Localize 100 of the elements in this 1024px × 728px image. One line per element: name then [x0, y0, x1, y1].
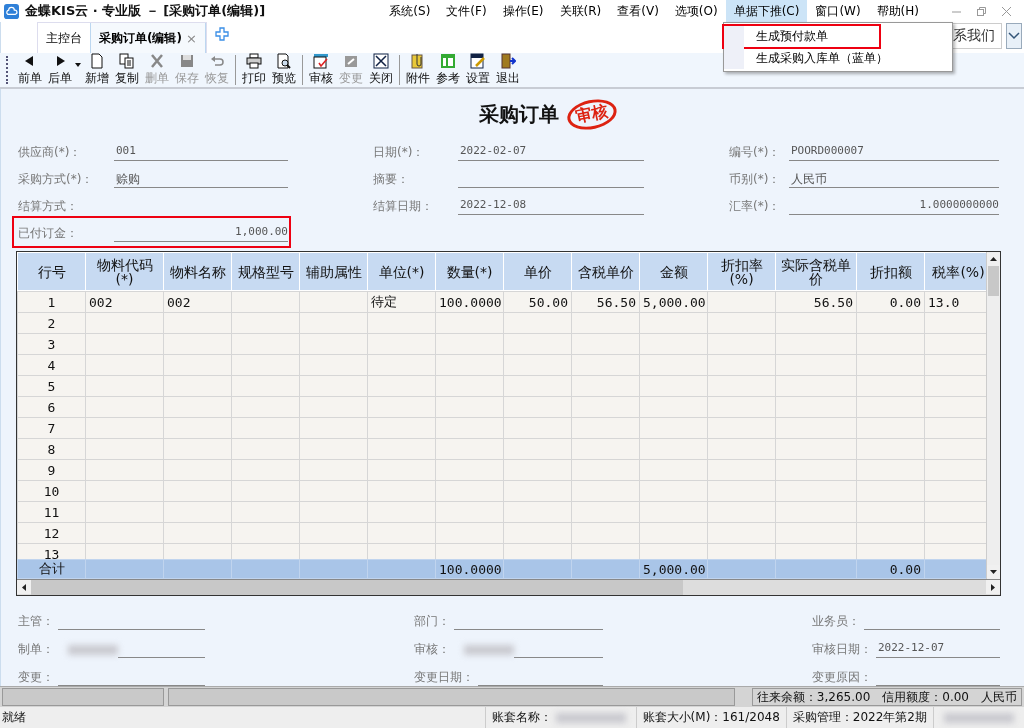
column-header[interactable]: 数量(*): [435, 252, 504, 291]
table-cell: 56.50: [775, 291, 857, 313]
window-title: 金蝶KIS云 · 专业版 － [采购订单(编辑)]: [25, 2, 266, 20]
field-label: 汇率(*)：: [729, 198, 782, 215]
right-arrow-icon[interactable]: [991, 583, 995, 591]
table-cell: 5,000.00: [639, 291, 708, 313]
delete-icon: [149, 53, 165, 69]
status-text: 账套名称：: [491, 709, 552, 726]
column-header[interactable]: 税率(%): [924, 252, 987, 291]
field-label: 变更原因：: [812, 669, 872, 686]
field-label: 业务员：: [812, 613, 860, 630]
close-icon[interactable]: [1001, 5, 1012, 17]
edit-icon: [343, 53, 359, 69]
status-text: 人民币: [981, 688, 1017, 706]
field-label: 变更日期：: [414, 669, 474, 686]
column-header[interactable]: 实际含税单价: [775, 252, 857, 291]
toolbar-button[interactable]: 附件: [403, 53, 433, 87]
restore-icon[interactable]: [976, 5, 987, 17]
chevron-down-icon[interactable]: [1008, 32, 1020, 40]
toolbar-button[interactable]: 关闭: [366, 53, 396, 87]
toolbar-button[interactable]: 退出: [493, 53, 523, 87]
field-label: 结算方式：: [18, 198, 79, 215]
table-cell: 50.00: [503, 291, 572, 313]
total-cell: 合计: [17, 559, 86, 579]
table-cell: 13.0: [924, 291, 987, 313]
column-header[interactable]: 行号: [17, 252, 86, 291]
field-value[interactable]: 2022-02-07: [458, 144, 644, 161]
column-header[interactable]: 单价: [503, 252, 572, 291]
table-cell: 3: [17, 333, 86, 355]
menu-item[interactable]: 单据下推(C): [725, 0, 808, 22]
toolbar-button[interactable]: 参考: [433, 53, 463, 87]
vertical-scrollbar[interactable]: [986, 252, 1000, 579]
table-cell: 12: [17, 522, 86, 544]
attachment-icon: [410, 53, 426, 69]
tab[interactable]: 采购订单(编辑) ×: [90, 23, 206, 53]
down-arrow-icon[interactable]: [990, 570, 997, 574]
caret-icon[interactable]: [75, 63, 81, 67]
menu-item[interactable]: 选项(O): [666, 0, 726, 22]
copy-icon: [119, 53, 135, 69]
menu-item[interactable]: 窗口(W): [807, 0, 869, 22]
toolbar-button[interactable]: 后单: [45, 53, 82, 87]
toolbar-button[interactable]: 复制: [112, 53, 142, 87]
field-label: 编号(*)：: [729, 144, 782, 161]
column-header[interactable]: 物料代码(*): [85, 252, 164, 291]
field-label: 制单：: [18, 641, 54, 658]
status-text: 就绪: [2, 709, 26, 726]
left-arrow-icon[interactable]: [22, 583, 26, 591]
field-value[interactable]: 1.0000000000: [789, 198, 999, 215]
column-header[interactable]: 辅助属性: [299, 252, 368, 291]
up-arrow-icon[interactable]: [990, 257, 997, 261]
toolbar-button[interactable]: 打印: [239, 53, 269, 87]
status-text: 账套大小(M)：161/2048: [642, 709, 780, 726]
menu-item[interactable]: 系统(S): [381, 0, 439, 22]
toolbar-button[interactable]: 前单: [15, 53, 45, 87]
field-label: 审核日期：: [812, 641, 872, 658]
status-text: 信用额度：0.00: [882, 688, 969, 706]
menu-item[interactable]: 查看(V): [609, 0, 667, 22]
field-label: 摘要：: [373, 171, 410, 188]
close-icon[interactable]: ×: [185, 30, 197, 46]
total-cell: 5,000.00: [639, 559, 708, 579]
cloud-logo-icon: [4, 3, 19, 19]
column-header[interactable]: 单位(*): [367, 252, 436, 291]
menu-item[interactable]: 生成采购入库单（蓝单）: [724, 47, 952, 69]
menu-item[interactable]: 文件(F): [438, 0, 495, 22]
column-header[interactable]: 金额: [639, 252, 708, 291]
field-value[interactable]: 人民币: [789, 171, 999, 188]
column-header[interactable]: 折扣额: [856, 252, 925, 291]
menu-item[interactable]: 帮助(H): [868, 0, 927, 22]
field-label: 日期(*)：: [373, 144, 426, 161]
field-label: 变更：: [18, 669, 54, 686]
field-value[interactable]: 1,000.00: [114, 225, 288, 242]
horizontal-scrollbar[interactable]: [17, 579, 1000, 595]
toolbar-button[interactable]: 新增: [82, 53, 112, 87]
field-value[interactable]: 001: [114, 144, 288, 161]
table-cell: 0.00: [856, 291, 925, 313]
expand-button[interactable]: [1006, 23, 1022, 49]
field-value[interactable]: 2022-12-08: [458, 198, 644, 215]
table-cell: 002: [85, 291, 164, 313]
toolbar-button[interactable]: 审核: [306, 53, 336, 87]
table-cell: 56.50: [571, 291, 640, 313]
column-header[interactable]: 含税单价: [571, 252, 640, 291]
field-value[interactable]: POORD000007: [789, 144, 999, 161]
plus-icon[interactable]: [214, 26, 229, 41]
field-value[interactable]: 赊购: [114, 171, 288, 188]
table-cell: 10: [17, 480, 86, 502]
scroll-thumb[interactable]: [988, 266, 999, 296]
blurred-text: [555, 712, 626, 723]
column-header[interactable]: 物料名称: [163, 252, 232, 291]
menu-item[interactable]: 关联(R): [551, 0, 610, 22]
field-value[interactable]: 2022-12-07: [876, 641, 1000, 658]
toolbar-button[interactable]: 设置: [463, 53, 493, 87]
column-header[interactable]: 折扣率(%): [707, 252, 776, 291]
exit-icon: [500, 53, 516, 69]
field-label: 结算日期：: [373, 198, 434, 215]
blurred-text: [944, 712, 1014, 723]
column-header[interactable]: 规格型号: [231, 252, 300, 291]
total-cell: 0.00: [856, 559, 925, 579]
menu-item[interactable]: 操作(E): [494, 0, 552, 22]
toolbar-button[interactable]: 预览: [269, 53, 299, 87]
scroll-thumb[interactable]: [31, 580, 683, 595]
